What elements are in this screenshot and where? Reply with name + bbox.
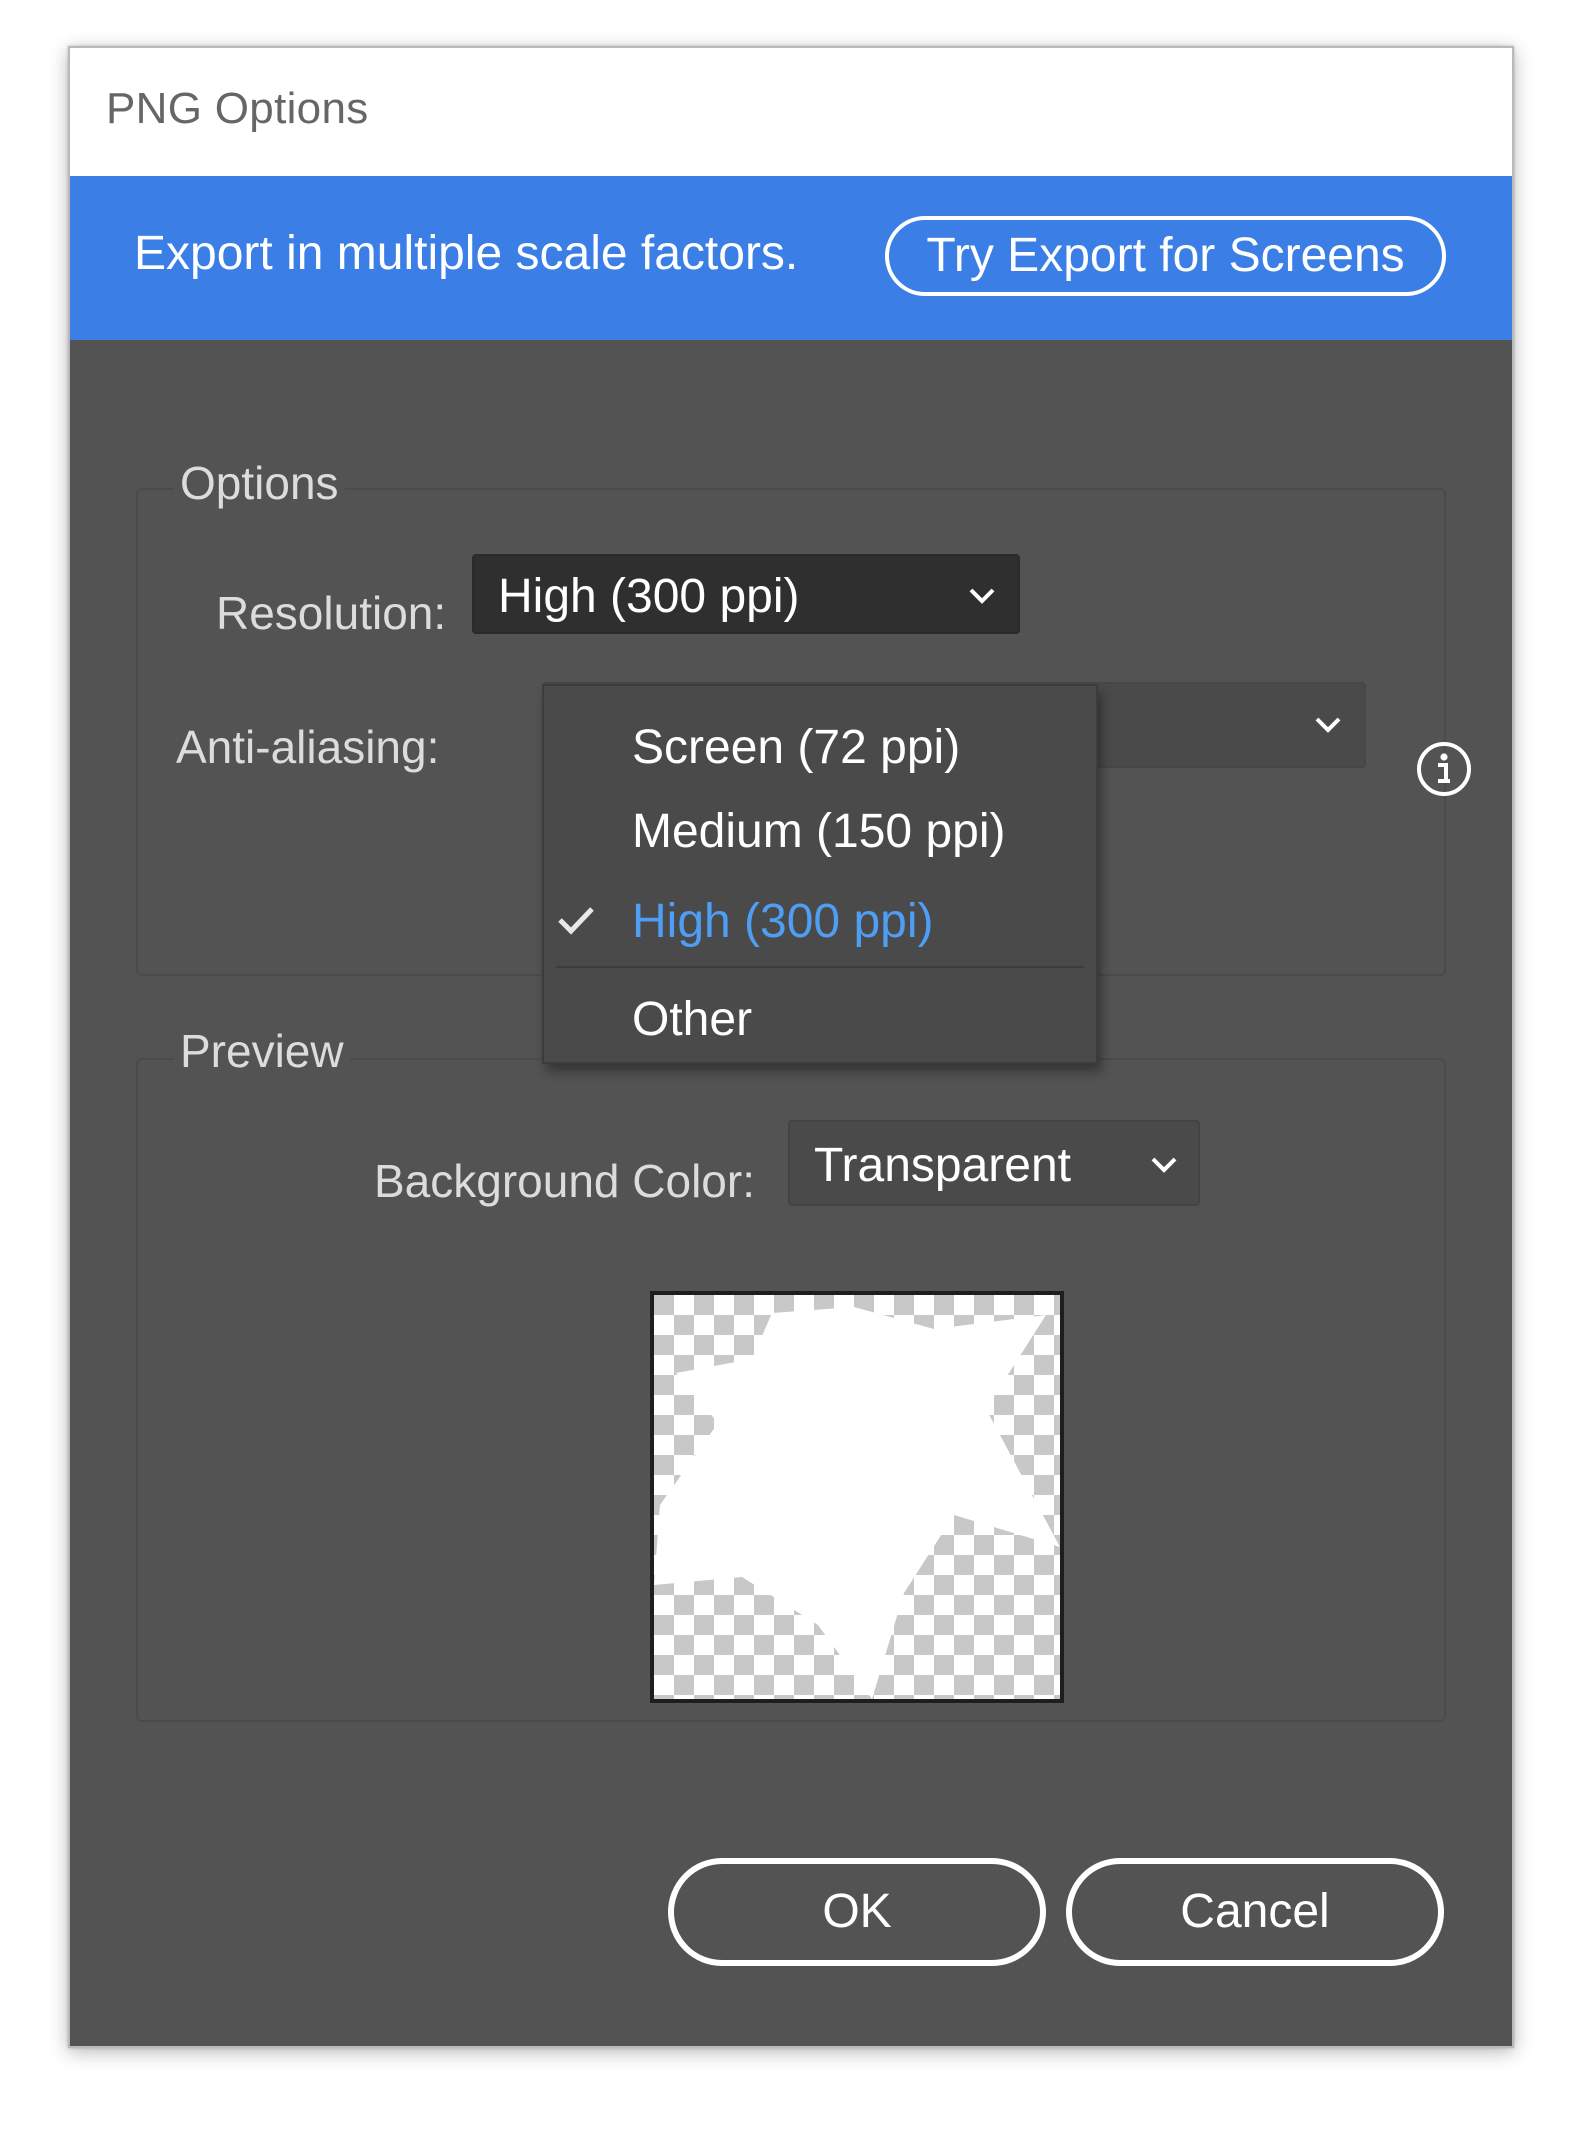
- resolution-label: Resolution:: [216, 587, 447, 639]
- menu-item-label: High (300 ppi): [632, 895, 934, 948]
- menu-item-other[interactable]: Other: [544, 976, 1096, 1056]
- checkmark-icon: [558, 907, 594, 935]
- menu-item-label: Other: [632, 993, 753, 1046]
- export-banner: Export in multiple scale factors. Try Ex…: [70, 176, 1512, 340]
- options-group-label: Options: [174, 456, 345, 510]
- background-color-value: Transparent: [814, 1139, 1072, 1192]
- background-color-select[interactable]: Transparent: [788, 1120, 1200, 1206]
- chevron-down-icon: [1315, 717, 1341, 733]
- banner-text: Export in multiple scale factors.: [134, 227, 799, 280]
- title-bar: PNG Options: [70, 48, 1512, 176]
- resolution-dropdown-menu: Screen (72 ppi) Medium (150 ppi) High (3…: [542, 684, 1098, 1064]
- preview-group-label: Preview: [174, 1024, 350, 1078]
- try-export-for-screens-button[interactable]: Try Export for Screens: [885, 216, 1446, 296]
- preview-image: [654, 1295, 1060, 1699]
- resolution-value: High (300 ppi): [498, 570, 800, 623]
- dialog-title: PNG Options: [106, 84, 369, 133]
- anti-aliasing-label: Anti-aliasing:: [176, 721, 440, 773]
- menu-item-high[interactable]: High (300 ppi): [544, 884, 1096, 964]
- chevron-down-icon: [1151, 1157, 1177, 1173]
- background-color-label: Background Color:: [374, 1155, 755, 1207]
- chevron-down-icon: [969, 588, 995, 604]
- menu-item-label: Medium (150 ppi): [632, 805, 1006, 858]
- info-icon[interactable]: [1415, 740, 1473, 798]
- menu-item-medium[interactable]: Medium (150 ppi): [544, 796, 1096, 876]
- ok-button[interactable]: OK: [668, 1858, 1046, 1966]
- cancel-button[interactable]: Cancel: [1066, 1858, 1444, 1966]
- preview-thumbnail: [650, 1291, 1064, 1703]
- menu-item-screen[interactable]: Screen (72 ppi): [544, 706, 1096, 786]
- resolution-select[interactable]: High (300 ppi): [472, 554, 1020, 634]
- png-options-dialog: PNG Options Export in multiple scale fac…: [68, 46, 1514, 2048]
- menu-item-label: Screen (72 ppi): [632, 721, 961, 774]
- menu-separator: [556, 966, 1084, 968]
